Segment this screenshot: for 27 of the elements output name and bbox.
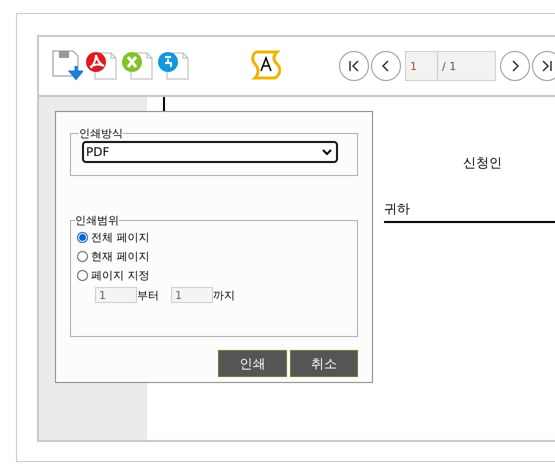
first-page-button[interactable] [339,51,369,81]
radio-label: 전체 페이지 [91,230,150,245]
next-page-button[interactable] [500,51,530,81]
to-label: 까지 [213,288,235,302]
save-icon[interactable] [51,49,83,83]
first-page-icon [347,59,361,73]
applicant-label: 신청인 [463,155,502,172]
radio-label: 페이지 지정 [91,268,150,283]
radio-button[interactable] [77,251,88,262]
to-page-field[interactable]: 1 [171,287,213,303]
radio-button[interactable] [77,270,88,281]
range-legend: 인쇄범위 [75,213,119,228]
from-label: 부터 [137,288,159,302]
recipient-label: 귀하 [384,201,410,218]
cancel-button[interactable]: 취소 [290,350,358,377]
from-page-field[interactable]: 1 [95,287,137,303]
chevron-down-icon [322,148,332,156]
previous-page-button[interactable] [371,51,401,81]
method-legend: 인쇄방식 [79,126,123,141]
print-button[interactable]: 인쇄 [218,350,287,377]
last-page-button[interactable] [532,51,555,81]
page-number-field[interactable]: 1 [405,51,438,81]
last-page-icon [540,59,554,73]
radio-label: 현재 페이지 [91,249,150,264]
page-total: / 1 [438,51,496,81]
print-method-dropdown[interactable]: PDF [82,141,338,163]
radio-button[interactable] [77,232,88,243]
